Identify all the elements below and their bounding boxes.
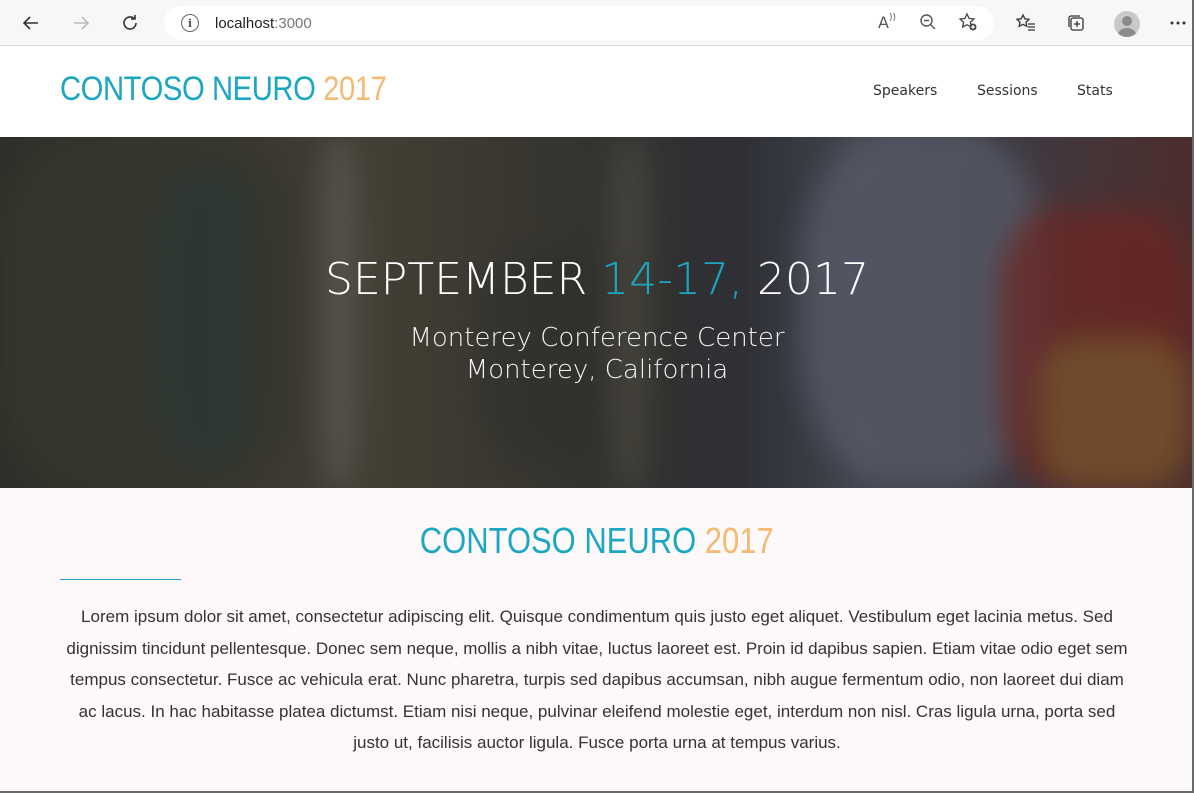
more-icon[interactable] — [1164, 9, 1192, 37]
info-icon[interactable]: i — [181, 14, 199, 32]
refresh-button[interactable] — [115, 9, 145, 37]
section-divider — [60, 579, 181, 580]
nav-speakers[interactable]: Speakers — [873, 83, 937, 99]
favorites-list-icon[interactable] — [1012, 9, 1040, 37]
profile-avatar[interactable] — [1114, 11, 1140, 37]
nav-sessions[interactable]: Sessions — [977, 83, 1038, 99]
star-add-icon[interactable] — [955, 9, 981, 35]
arrow-right-icon — [74, 16, 90, 30]
site-header: CONTOSO NEURO 2017 Speakers Sessions Sta… — [0, 46, 1194, 137]
browser-toolbar: i localhost:3000 A)) — [0, 0, 1194, 46]
about-section: CONTOSO NEURO 2017 Lorem ipsum dolor sit… — [0, 488, 1194, 793]
forward-button[interactable] — [66, 9, 96, 37]
about-text: Lorem ipsum dolor sit amet, consectetur … — [66, 607, 1128, 752]
address-bar[interactable]: i localhost:3000 — [164, 6, 994, 40]
zoom-out-icon[interactable] — [915, 9, 941, 35]
section-title: CONTOSO NEURO 2017 — [420, 520, 774, 561]
arrow-left-icon — [22, 16, 38, 30]
site-logo[interactable]: CONTOSO NEURO 2017 — [60, 70, 387, 109]
event-venue: Monterey Conference Center — [409, 323, 785, 353]
event-dates: SEPTEMBER 14-17, 2017 — [325, 254, 869, 305]
refresh-icon — [123, 15, 137, 30]
back-button[interactable] — [16, 9, 46, 37]
url-text[interactable]: localhost:3000 — [215, 15, 312, 32]
event-location: Monterey, California — [465, 355, 729, 385]
collections-icon[interactable] — [1062, 9, 1090, 37]
nav-stats[interactable]: Stats — [1077, 83, 1113, 99]
hero-overlay — [0, 137, 1194, 488]
read-aloud-icon[interactable]: A)) — [874, 9, 900, 35]
hero-banner: SEPTEMBER 14-17, 2017 Monterey Conferenc… — [0, 137, 1194, 488]
